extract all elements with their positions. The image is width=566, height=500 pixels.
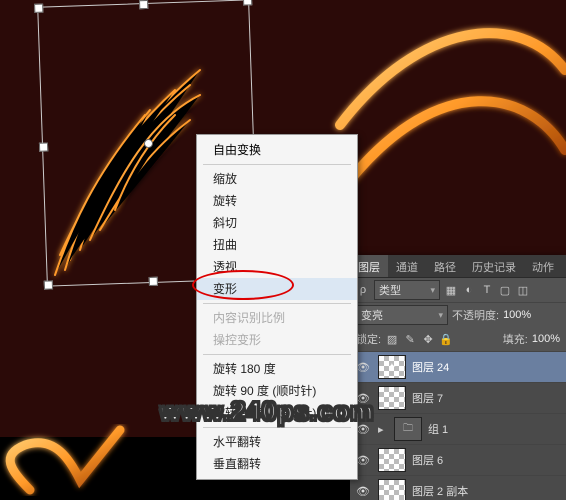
tab-history[interactable]: 历史记录 [464, 255, 524, 277]
lock-pixels-icon[interactable]: ✎ [403, 332, 417, 346]
layer-row[interactable]: 👁 ▸ 🗀 组 1 [350, 414, 566, 445]
layers-panel: 图层 通道 路径 历史记录 动作 ρ 类型▾ ▦ ◐ T ▢ ◫ 变亮▾ 不透明… [350, 255, 566, 500]
panel-tabs: 图层 通道 路径 历史记录 动作 [350, 255, 566, 278]
tab-actions[interactable]: 动作 [524, 255, 562, 277]
filter-shape-icon[interactable]: ▢ [498, 283, 512, 297]
menu-item-distort[interactable]: 扭曲 [197, 234, 357, 256]
menu-item-puppet-warp: 操控变形 [197, 329, 357, 351]
kind-icon: ρ [356, 283, 370, 297]
menu-title: 自由变换 [197, 139, 357, 161]
layer-kind-filter-dropdown[interactable]: 类型▾ [374, 280, 440, 300]
chevron-down-icon: ▾ [438, 310, 443, 321]
menu-item-flip-vertical[interactable]: 垂直翻转 [197, 453, 357, 475]
menu-item-scale[interactable]: 缩放 [197, 168, 357, 190]
layer-name[interactable]: 图层 7 [412, 390, 562, 406]
menu-item-rotate[interactable]: 旋转 [197, 190, 357, 212]
fill-label: 填充: [503, 331, 528, 347]
layer-thumbnail[interactable]: ✦ [378, 355, 406, 379]
fill-value[interactable]: 100% [532, 333, 560, 345]
expand-arrow-icon[interactable]: ▸ [378, 423, 388, 436]
filter-type-icon[interactable]: T [480, 283, 494, 297]
layers-list: 👁 ✦ 图层 24 👁 图层 7 👁 ▸ 🗀 组 1 👁 图层 6 👁 图层 2… [350, 352, 566, 500]
lock-position-icon[interactable]: ✥ [421, 332, 435, 346]
filter-pixel-icon[interactable]: ▦ [444, 283, 458, 297]
tab-channels[interactable]: 通道 [388, 255, 426, 277]
visibility-eye-icon[interactable]: 👁 [354, 482, 372, 500]
layer-thumbnail[interactable] [378, 448, 406, 472]
menu-item-warp[interactable]: 变形 [197, 278, 357, 300]
filter-smart-icon[interactable]: ◫ [516, 283, 530, 297]
lock-label: 锁定: [356, 331, 381, 347]
layer-name[interactable]: 图层 2 副本 [412, 483, 562, 499]
transform-context-menu[interactable]: 自由变换 缩放 旋转 斜切 扭曲 透视 变形 内容识别比例 操控变形 旋转 18… [196, 134, 358, 480]
chevron-down-icon: ▾ [430, 285, 435, 296]
layer-thumbnail[interactable] [378, 479, 406, 500]
layer-row[interactable]: 👁 图层 7 [350, 383, 566, 414]
menu-item-rotate-180[interactable]: 旋转 180 度 [197, 358, 357, 380]
layer-thumbnail[interactable] [378, 386, 406, 410]
lock-all-icon[interactable]: 🔒 [439, 332, 453, 346]
menu-item-perspective[interactable]: 透视 [197, 256, 357, 278]
layer-row[interactable]: 👁 图层 2 副本 [350, 476, 566, 500]
layer-name[interactable]: 图层 24 [412, 359, 562, 375]
menu-item-flip-horizontal[interactable]: 水平翻转 [197, 431, 357, 453]
opacity-label: 不透明度: [452, 307, 499, 323]
layer-name[interactable]: 图层 6 [412, 452, 562, 468]
opacity-value[interactable]: 100% [503, 309, 531, 321]
layer-filter-row: ρ 类型▾ ▦ ◐ T ▢ ◫ [350, 278, 566, 303]
blend-mode-dropdown[interactable]: 变亮▾ [356, 305, 448, 325]
layer-name[interactable]: 组 1 [428, 421, 562, 437]
layer-row[interactable]: 👁 ✦ 图层 24 [350, 352, 566, 383]
menu-item-content-aware-scale: 内容识别比例 [197, 307, 357, 329]
menu-item-skew[interactable]: 斜切 [197, 212, 357, 234]
lock-fill-row: 锁定: ▨ ✎ ✥ 🔒 填充: 100% [350, 327, 566, 352]
filter-adjust-icon[interactable]: ◐ [462, 283, 476, 297]
folder-icon[interactable]: 🗀 [394, 417, 422, 441]
lock-transparency-icon[interactable]: ▨ [385, 332, 399, 346]
tab-paths[interactable]: 路径 [426, 255, 464, 277]
watermark-text: www.240ps.com [160, 396, 374, 427]
blend-opacity-row: 变亮▾ 不透明度: 100% [350, 303, 566, 327]
layer-row[interactable]: 👁 图层 6 [350, 445, 566, 476]
